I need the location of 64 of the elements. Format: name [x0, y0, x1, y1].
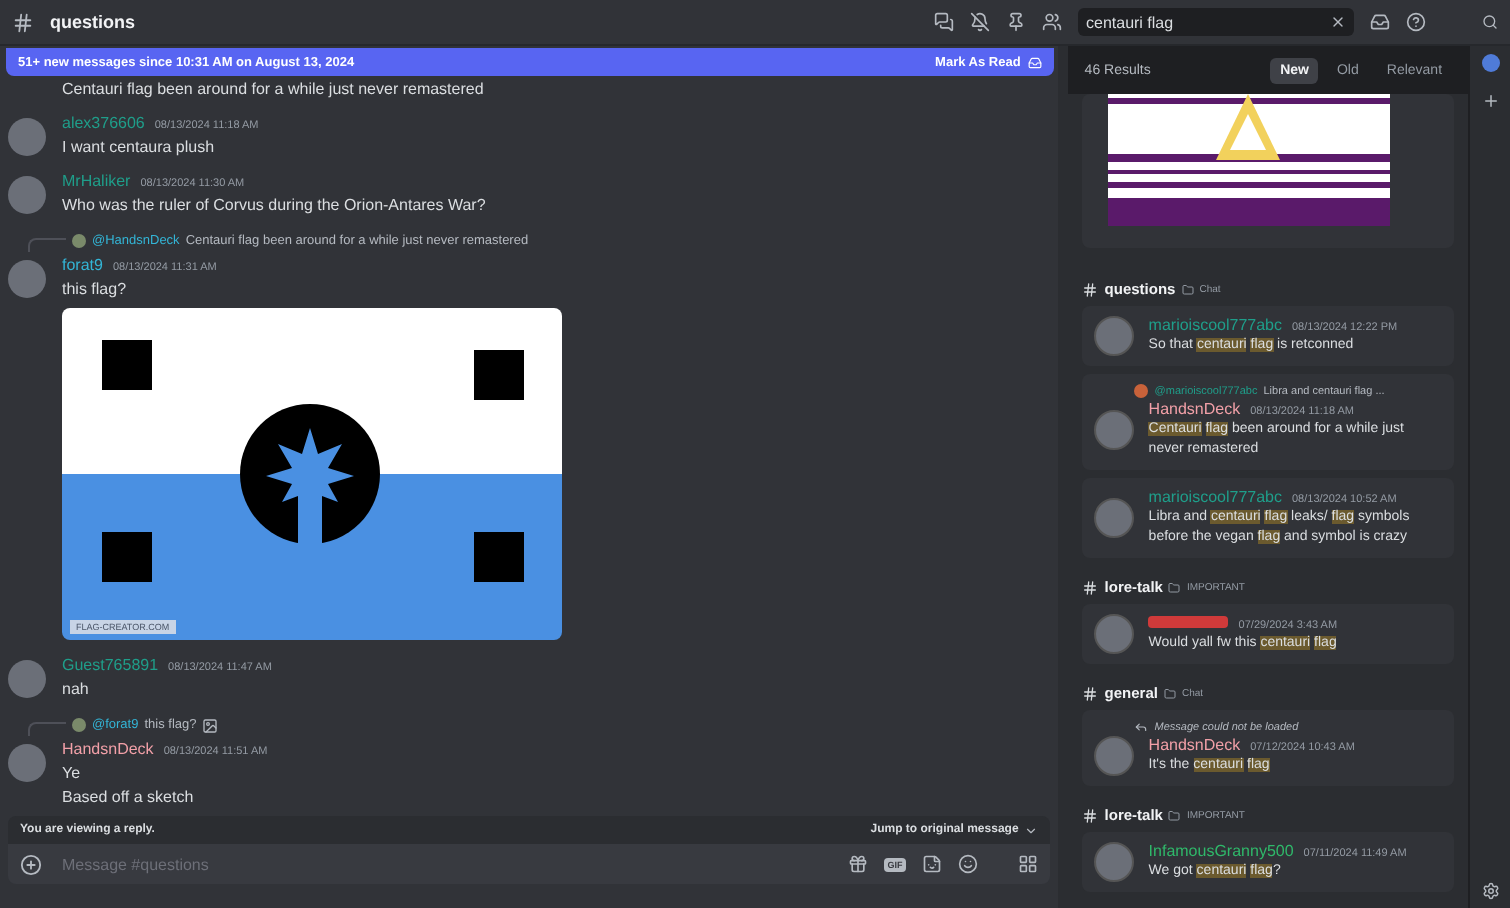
- avatar[interactable]: [8, 118, 46, 156]
- close-icon[interactable]: [1330, 14, 1346, 30]
- avatar: [1094, 614, 1135, 654]
- folder-icon: [1181, 283, 1194, 295]
- avatar: [1094, 410, 1135, 450]
- bell-off-icon[interactable]: [970, 12, 990, 32]
- hash-icon: [1082, 807, 1099, 823]
- username[interactable]: Guest765891: [62, 656, 159, 674]
- username[interactable]: alex376606: [62, 114, 145, 132]
- members-icon[interactable]: [1042, 12, 1062, 32]
- reply-icon: [1134, 720, 1149, 734]
- hash-icon: [12, 11, 34, 33]
- plus-icon[interactable]: [1481, 92, 1500, 110]
- inbox-icon: [1028, 55, 1043, 69]
- search-field[interactable]: centauri flag: [1078, 8, 1354, 36]
- folder-icon: [1163, 687, 1176, 699]
- settings-icon[interactable]: [1481, 882, 1500, 900]
- message-text: Based off a sketch: [62, 788, 196, 806]
- avatar: [72, 234, 86, 248]
- username[interactable]: InfamousGranny500: [1148, 842, 1294, 860]
- apps-icon[interactable]: [1018, 854, 1039, 874]
- emoji-icon[interactable]: [958, 854, 979, 874]
- username[interactable]: HandsnDeck: [1148, 400, 1241, 418]
- app-icon[interactable]: [1481, 54, 1500, 72]
- search-input[interactable]: centauri flag: [1086, 13, 1322, 31]
- inbox-icon[interactable]: [1370, 12, 1390, 32]
- username[interactable]: HandsnDeck: [1148, 736, 1241, 754]
- message-text: Centauri flag been around for a while just never remastered: [62, 80, 486, 98]
- avatar[interactable]: [8, 260, 46, 298]
- message-text: this flag?: [62, 280, 129, 298]
- message-text: nah: [62, 680, 91, 698]
- help-icon[interactable]: [1406, 12, 1426, 32]
- search-icon[interactable]: [1482, 14, 1498, 30]
- avatar: [1094, 842, 1135, 882]
- threads-icon[interactable]: [934, 12, 954, 32]
- hash-icon: [1082, 281, 1099, 297]
- avatar[interactable]: [8, 176, 46, 214]
- username[interactable]: MrHaliker: [62, 172, 131, 190]
- folder-icon: [1168, 581, 1181, 593]
- hash-icon: [1082, 579, 1099, 595]
- avatar[interactable]: [8, 660, 46, 698]
- avatar: [1094, 498, 1135, 538]
- message-text: Who was the ruler of Corvus during the Orion-Antares War?: [62, 196, 486, 214]
- username[interactable]: marioiscool777abc: [1148, 316, 1282, 334]
- username[interactable]: forat9: [62, 256, 103, 274]
- sticker-icon[interactable]: [922, 854, 943, 874]
- gift-icon[interactable]: [847, 854, 868, 874]
- avatar: [1134, 384, 1149, 398]
- chevron-down-icon: [1024, 823, 1039, 837]
- avatar[interactable]: [8, 744, 46, 782]
- avatar: [72, 718, 86, 732]
- channel-title: questions: [50, 12, 138, 32]
- username[interactable]: HandsnDeck: [62, 740, 154, 758]
- add-icon[interactable]: [20, 853, 42, 875]
- search-result[interactable]: [1082, 94, 1455, 248]
- avatar: [1094, 736, 1135, 776]
- avatar: [1094, 316, 1135, 356]
- folder-icon: [1168, 809, 1181, 821]
- pin-icon[interactable]: [1006, 12, 1026, 32]
- hash-icon: [1082, 685, 1099, 701]
- message-input[interactable]: Message #questions: [58, 853, 832, 875]
- message-text: I want centaura plush: [62, 138, 217, 156]
- username[interactable]: marioiscool777abc: [1148, 488, 1282, 506]
- message-text: Ye: [62, 764, 83, 782]
